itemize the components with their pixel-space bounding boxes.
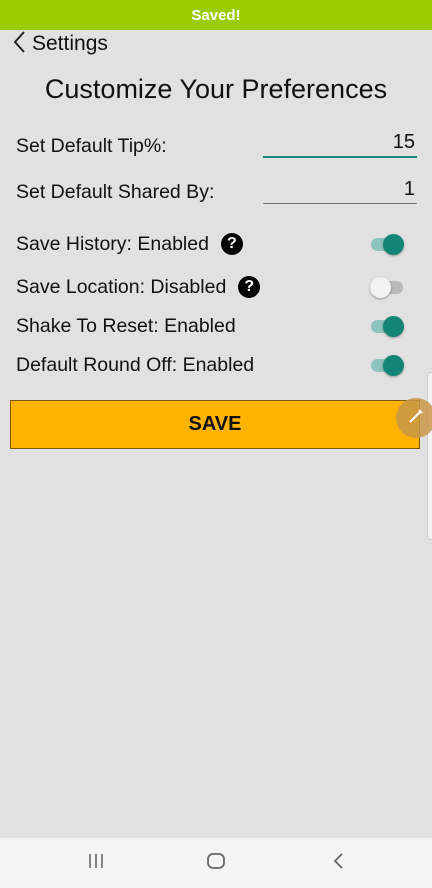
- shake-to-reset-toggle[interactable]: [370, 314, 404, 338]
- system-back-button[interactable]: [308, 838, 368, 888]
- home-button[interactable]: [186, 838, 246, 888]
- save-history-help-icon[interactable]: ?: [220, 233, 243, 255]
- page-heading: Customize Your Preferences: [44, 74, 388, 104]
- save-location-label: Save Location: Disabled: [16, 275, 227, 298]
- home-icon: [206, 852, 226, 875]
- shared-by-label: Set Default Shared By:: [16, 180, 215, 203]
- round-off-row: Default Round Off: Enabled: [16, 351, 418, 379]
- saved-banner-text: Saved!: [191, 6, 241, 24]
- tip-field-wrap: [263, 128, 417, 158]
- saved-banner: Saved!: [0, 0, 432, 30]
- screen-title: Settings: [32, 32, 108, 55]
- round-off-label: Default Round Off: Enabled: [16, 353, 255, 376]
- toggle-thumb: [383, 234, 404, 255]
- shared-by-input[interactable]: [263, 175, 417, 203]
- edge-panel-handle[interactable]: [427, 372, 432, 540]
- toggle-thumb: [370, 277, 391, 298]
- back-icon: [332, 852, 344, 875]
- back-button[interactable]: Settings: [12, 30, 108, 58]
- chevron-left-icon: [12, 30, 26, 59]
- shake-to-reset-label: Shake To Reset: Enabled: [16, 314, 236, 337]
- shared-by-field-wrap: [263, 175, 417, 204]
- tip-label: Set Default Tip%:: [16, 134, 167, 157]
- recent-apps-button[interactable]: [66, 838, 126, 888]
- toggle-thumb: [383, 316, 404, 337]
- round-off-toggle[interactable]: [370, 353, 404, 377]
- save-history-row: Save History: Enabled ?: [16, 230, 418, 258]
- save-history-toggle[interactable]: [370, 232, 404, 256]
- recent-apps-icon: [87, 853, 105, 874]
- top-bar: Settings: [0, 30, 432, 60]
- settings-screen: Saved! Settings Customize Your Preferenc…: [0, 0, 432, 888]
- save-history-label: Save History: Enabled: [16, 232, 209, 255]
- floating-edit-button[interactable]: [396, 398, 432, 438]
- toggle-thumb: [383, 355, 404, 376]
- save-location-row: Save Location: Disabled ?: [16, 273, 418, 301]
- pencil-icon: [407, 407, 425, 430]
- save-location-toggle[interactable]: [370, 275, 404, 299]
- shake-to-reset-row: Shake To Reset: Enabled: [16, 312, 418, 340]
- system-nav-bar: [0, 838, 432, 888]
- save-location-help-icon[interactable]: ?: [238, 276, 261, 298]
- tip-input[interactable]: [263, 128, 417, 156]
- save-button[interactable]: SAVE: [10, 400, 420, 449]
